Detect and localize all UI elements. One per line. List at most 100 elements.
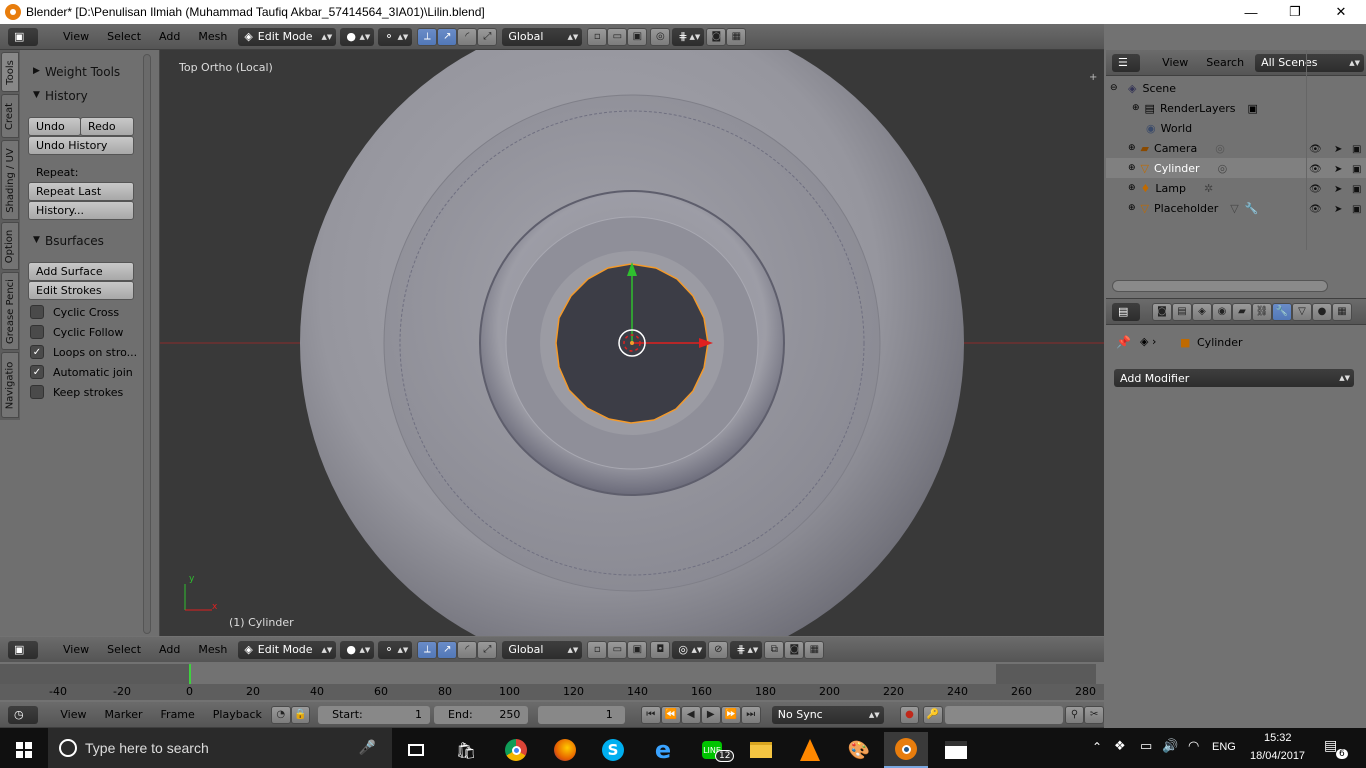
add-surface-button[interactable]: Add Surface [28,262,134,281]
cyclic-cross-checkbox[interactable]: Cyclic Cross [30,305,119,319]
edge-select-icon[interactable]: ▭ [607,640,628,659]
clock-date[interactable]: 18/04/2017 [1250,750,1305,762]
preview-range-icon[interactable]: ◔ [270,705,291,724]
eye-icon[interactable]: 👁 [1309,200,1322,220]
properties-toggle-icon[interactable]: + [1089,72,1097,83]
outliner-row-cylinder[interactable]: ⊕ ▽ Cylinder ◎ [1106,158,1366,178]
lock-icon[interactable]: 🔒 [290,705,311,724]
dropbox-tray-icon[interactable]: ❖ [1114,739,1126,754]
eye-icon[interactable]: 👁 [1309,160,1322,180]
tab-options[interactable]: Option [1,222,19,270]
bottom-mode-selector[interactable]: ◈ Edit Mode ▲▼ [238,640,337,659]
arrow-cursor-icon[interactable]: ➤ [1334,200,1342,220]
current-frame-field[interactable]: 1 [538,705,625,724]
keying-set-field[interactable] [944,705,1063,724]
camera-render-icon[interactable]: ▣ [1352,200,1361,220]
pivot-selector[interactable]: ⚬ ▲▼ [378,27,413,46]
rotate-icon[interactable]: ◜ [457,27,478,46]
bottom-menu-mesh[interactable]: Mesh [189,643,236,656]
render-icon[interactable]: ◙ [784,640,805,659]
camera-render-icon[interactable]: ▣ [1352,160,1361,180]
undo-button[interactable]: Undo [28,117,81,136]
outliner-row-world[interactable]: ◉ World [1106,118,1366,138]
face-select-icon[interactable]: ▣ [627,27,648,46]
outliner-menu-search[interactable]: Search [1197,56,1253,69]
chrome-icon[interactable] [494,732,538,768]
expand-icon[interactable]: ⊕ [1128,183,1136,193]
outliner-row-lamp[interactable]: ⊕ ♦ Lamp ✲ [1106,178,1366,198]
edit-strokes-button[interactable]: Edit Strokes [28,281,134,300]
wifi-icon[interactable]: ◠ [1188,739,1199,754]
blender-taskbar-icon[interactable] [884,732,928,768]
battery-icon[interactable]: ▭ [1140,739,1152,754]
file-explorer-icon[interactable] [739,732,783,768]
clock-time[interactable]: 15:32 [1264,732,1292,744]
jump-end-icon[interactable]: ⏭ [740,705,761,724]
limit-selection-icon[interactable]: ◘ [650,640,671,659]
menu-select[interactable]: Select [98,30,150,43]
data-tab-icon[interactable]: ▽ [1292,302,1312,321]
snap-selector[interactable]: ⋕ ▲▼ [672,27,705,46]
face-select-icon[interactable]: ▣ [627,640,648,659]
snap-toggle-icon[interactable]: ⊘ [708,640,729,659]
bottom-menu-view[interactable]: View [54,643,98,656]
camera-render-icon[interactable]: ▣ [1352,140,1361,160]
firefox-icon[interactable] [543,732,587,768]
cyclic-follow-checkbox[interactable]: Cyclic Follow [30,325,123,339]
current-frame-marker[interactable] [189,664,191,684]
menu-view[interactable]: View [54,30,98,43]
edge-icon[interactable]: e [641,732,685,768]
outliner-row-camera[interactable]: ⊕ ▰ Camera ◎ [1106,138,1366,158]
keep-strokes-checkbox[interactable]: Keep strokes [30,385,123,399]
copy-icon[interactable]: ⧉ [764,640,785,659]
orientation-selector[interactable]: Global ▲▼ [502,27,583,46]
skype-icon[interactable]: S [591,732,635,768]
tab-create[interactable]: Creat [1,94,19,138]
panel-history[interactable]: History [45,89,88,103]
task-view-icon[interactable] [394,732,438,768]
mode-selector[interactable]: ◈ Edit Mode ▲▼ [238,27,337,46]
jump-keyframe-forward-icon[interactable]: ⏩ [720,705,741,724]
vertex-select-icon[interactable]: ▫ [587,27,608,46]
tool-shelf-scrollbar[interactable] [143,54,151,634]
expand-icon[interactable]: ⊕ [1132,103,1140,113]
proportional-selector[interactable]: ◎ ▲▼ [672,640,707,659]
search-box[interactable]: Type here to search 🎤 [48,728,392,768]
outliner-hscrollbar[interactable] [1112,280,1328,292]
render-icon[interactable]: ◙ [706,27,727,46]
arrow-cursor-icon[interactable]: ➤ [1334,140,1342,160]
timeline-menu-view[interactable]: View [51,708,95,721]
tab-navigation[interactable]: Navigatio [1,352,19,418]
outliner-editor-type[interactable]: ☰ [1112,53,1140,72]
restore-button[interactable]: ❐ [1272,0,1318,24]
insert-keyframe-icon[interactable]: ⚲ [1064,705,1085,724]
arrow-cursor-icon[interactable]: ➤ [1334,160,1342,180]
redo-button[interactable]: Redo [80,117,134,136]
minimize-button[interactable]: — [1228,0,1274,24]
edge-select-icon[interactable]: ▭ [607,27,628,46]
play-icon[interactable]: ▶ [700,705,721,724]
object-tab-icon[interactable]: ▰ [1232,302,1252,321]
timeline[interactable]: -40 -20 0 20 40 60 80 100 120 140 160 18… [0,662,1104,702]
bottom-menu-add[interactable]: Add [150,643,189,656]
camera-render-icon[interactable]: ▣ [1352,180,1361,200]
jump-keyframe-back-icon[interactable]: ⏪ [660,705,681,724]
shading-selector[interactable]: ● ▲▼ [340,27,375,46]
microphone-icon[interactable]: 🎤 [359,740,376,756]
add-modifier-dropdown[interactable]: Add Modifier ▲▼ [1114,369,1354,387]
outliner-row-renderlayers[interactable]: ⊕ ▤ RenderLayers ▣ [1106,98,1366,118]
outliner-row-scene[interactable]: ⊖ ◈ Scene [1106,78,1366,98]
bottom-orientation-selector[interactable]: Global ▲▼ [502,640,583,659]
constraints-tab-icon[interactable]: ⛓ [1252,302,1272,321]
clapper-icon[interactable]: ▦ [726,27,747,46]
start-frame-field[interactable]: Start: 1 [318,705,431,724]
store-icon[interactable]: 🛍 [444,732,488,768]
world-tab-icon[interactable]: ◉ [1212,302,1232,321]
tab-tools[interactable]: Tools [1,52,19,92]
windows-start-icon[interactable] [2,732,46,768]
play-reverse-icon[interactable]: ◀ [680,705,701,724]
texture-tab-icon[interactable]: ▦ [1332,302,1352,321]
volume-icon[interactable]: 🔊 [1162,739,1178,754]
properties-editor-type[interactable]: ▤ [1112,302,1140,321]
eye-icon[interactable]: 👁 [1309,140,1322,160]
